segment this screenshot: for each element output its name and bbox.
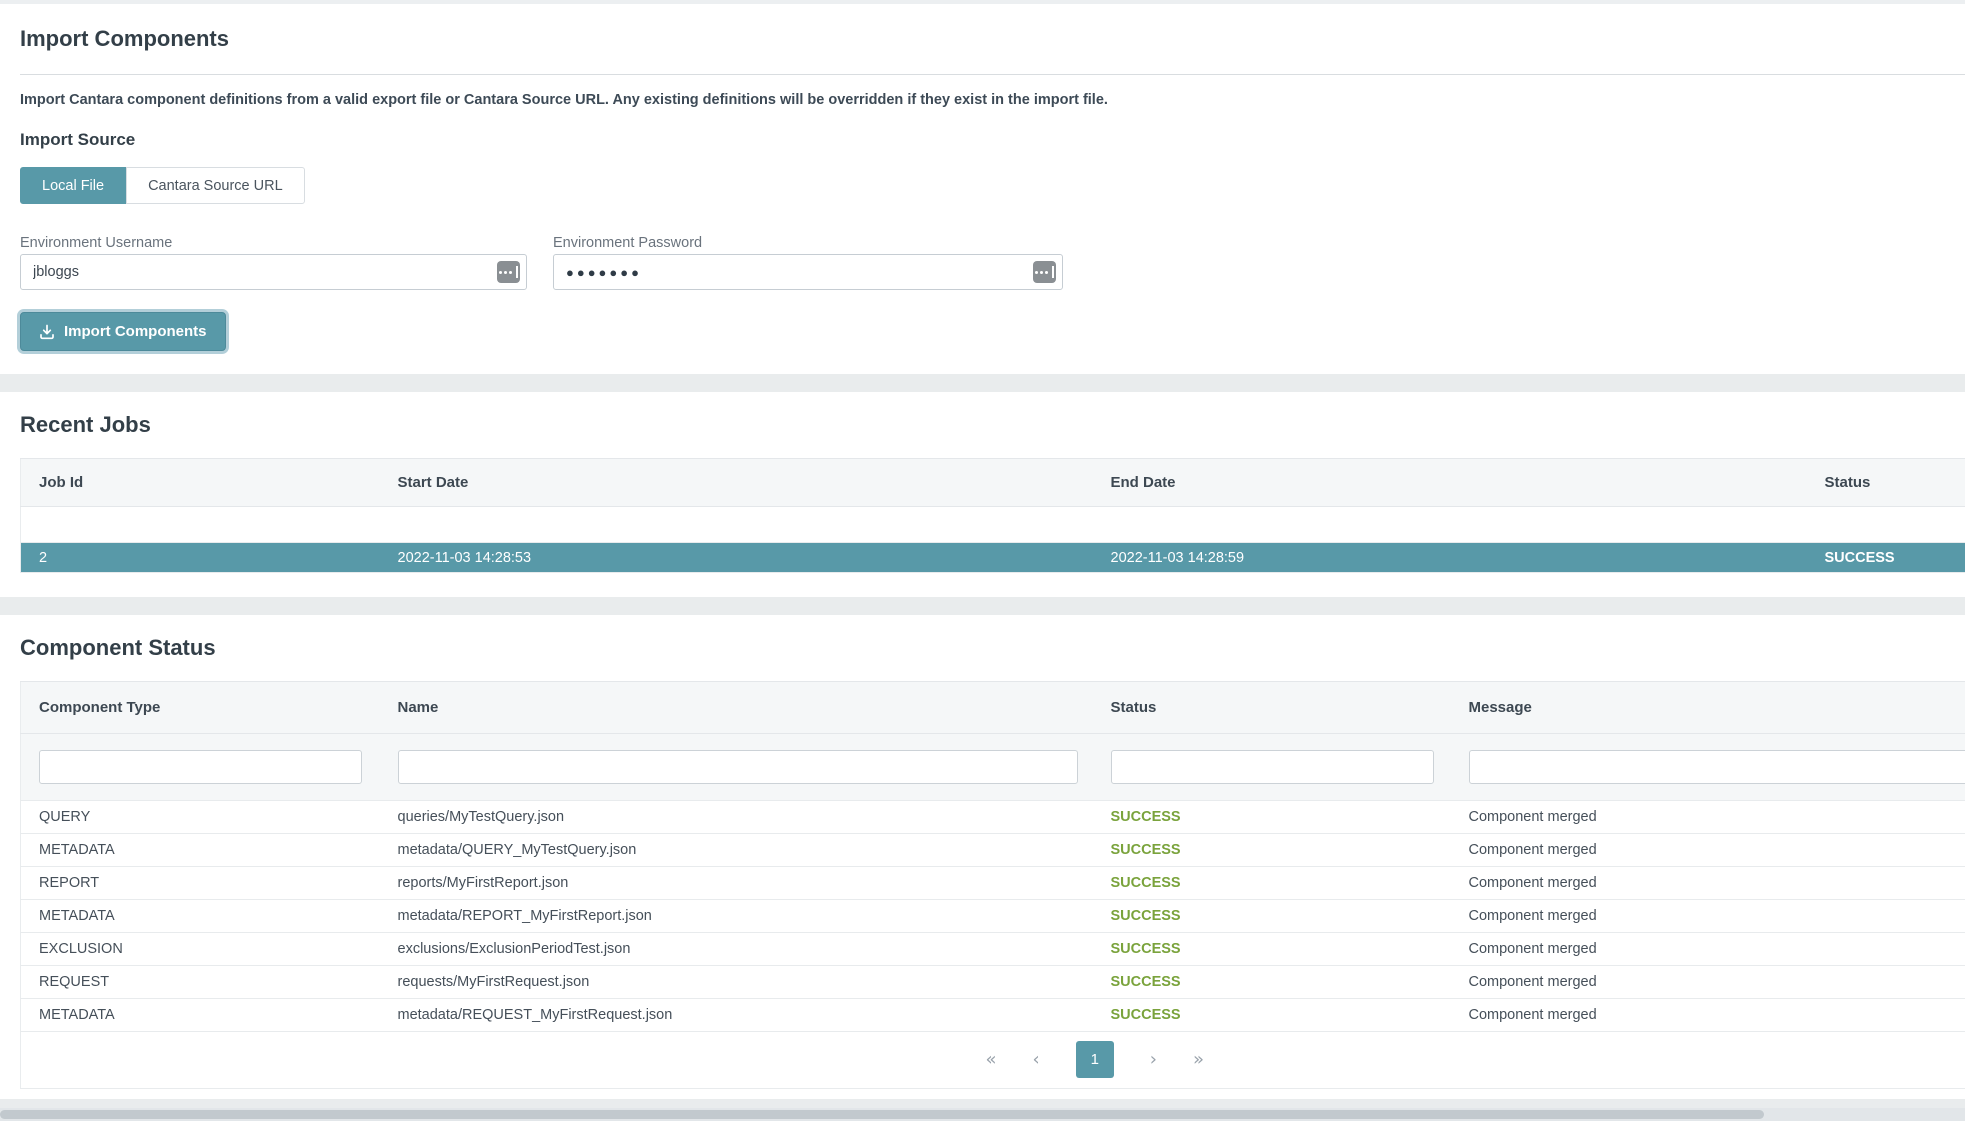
page-title: Import Components: [20, 26, 1965, 52]
username-field-group: Environment Username: [20, 234, 527, 290]
credentials-row: Environment Username Environment Passwor…: [20, 234, 1965, 290]
panel-gap: [0, 597, 1965, 615]
status-badge: SUCCESS: [1093, 933, 1451, 966]
component-status-header-row: Component Type Name Status Message: [21, 682, 1965, 734]
username-label: Environment Username: [20, 234, 527, 252]
component-status-table: Component Type Name Status Message QUERY…: [20, 681, 1965, 1089]
tab-local-file[interactable]: Local File: [20, 167, 126, 204]
status-badge: SUCCESS: [1093, 900, 1451, 933]
name-cell: metadata/QUERY_MyTestQuery.json: [380, 834, 1093, 867]
name-cell: queries/MyTestQuery.json: [380, 801, 1093, 834]
import-source-heading: Import Source: [20, 129, 1965, 151]
import-source-toggle: Local File Cantara Source URL: [20, 167, 1965, 204]
panel-gap: [0, 374, 1965, 392]
component-type-cell: QUERY: [21, 801, 380, 834]
pagination-first-button[interactable]: «: [986, 1051, 997, 1069]
recent-jobs-table: Job Id Start Date End Date Status 2 2022…: [20, 458, 1965, 573]
pagination-page-1-button[interactable]: 1: [1076, 1041, 1114, 1078]
column-header-message: Message: [1451, 682, 1965, 734]
component-type-cell: EXCLUSION: [21, 933, 380, 966]
filter-row: [21, 734, 1965, 801]
component-type-cell: METADATA: [21, 900, 380, 933]
message-cell: Component merged: [1451, 999, 1965, 1032]
status-badge: SUCCESS: [1093, 834, 1451, 867]
status-badge: SUCCESS: [1807, 543, 1965, 573]
column-header-end-date: End Date: [1093, 459, 1807, 507]
horizontal-scrollbar[interactable]: [0, 1108, 1965, 1121]
column-header-component-type: Component Type: [21, 682, 380, 734]
name-cell: metadata/REQUEST_MyFirstRequest.json: [380, 999, 1093, 1032]
recent-jobs-empty-filter-row: [21, 507, 1965, 543]
table-row: EXCLUSION exclusions/ExclusionPeriodTest…: [21, 933, 1965, 966]
message-cell: Component merged: [1451, 867, 1965, 900]
table-row: METADATA metadata/REQUEST_MyFirstRequest…: [21, 999, 1965, 1032]
message-cell: Component merged: [1451, 933, 1965, 966]
table-row: QUERY queries/MyTestQuery.json SUCCESS C…: [21, 801, 1965, 834]
pagination-next-button[interactable]: ›: [1150, 1051, 1157, 1069]
pagination-prev-button[interactable]: ‹: [1033, 1051, 1040, 1069]
import-description: Import Cantara component definitions fro…: [20, 91, 1965, 109]
password-label: Environment Password: [553, 234, 1063, 252]
start-date-cell: 2022-11-03 14:28:53: [380, 543, 1093, 573]
column-header-status: Status: [1807, 459, 1965, 507]
name-cell: metadata/REPORT_MyFirstReport.json: [380, 900, 1093, 933]
password-field-group: Environment Password: [553, 234, 1063, 290]
component-type-cell: REQUEST: [21, 966, 380, 999]
table-row: METADATA metadata/QUERY_MyTestQuery.json…: [21, 834, 1965, 867]
name-cell: requests/MyFirstRequest.json: [380, 966, 1093, 999]
component-type-cell: REPORT: [21, 867, 380, 900]
message-cell: Component merged: [1451, 801, 1965, 834]
table-row: METADATA metadata/REPORT_MyFirstReport.j…: [21, 900, 1965, 933]
username-input[interactable]: [20, 254, 527, 290]
filter-input-name[interactable]: [398, 750, 1078, 784]
filter-input-component-type[interactable]: [39, 750, 362, 784]
column-header-name: Name: [380, 682, 1093, 734]
tab-cantara-source-url[interactable]: Cantara Source URL: [126, 167, 305, 204]
component-type-cell: METADATA: [21, 999, 380, 1032]
component-status-title: Component Status: [20, 635, 1965, 661]
filter-input-message[interactable]: [1469, 750, 1965, 784]
password-input[interactable]: [553, 254, 1063, 290]
import-components-panel: Import Components Import Cantara compone…: [0, 4, 1965, 374]
end-date-cell: 2022-11-03 14:28:59: [1093, 543, 1807, 573]
pagination-row: « ‹ 1 › »: [21, 1032, 1965, 1089]
component-status-panel: Component Status Component Type Name Sta…: [0, 615, 1965, 1099]
table-row[interactable]: 2 2022-11-03 14:28:53 2022-11-03 14:28:5…: [21, 543, 1965, 573]
message-cell: Component merged: [1451, 966, 1965, 999]
password-manager-autofill-icon[interactable]: [1033, 261, 1056, 283]
status-badge: SUCCESS: [1093, 801, 1451, 834]
table-row: REPORT reports/MyFirstReport.json SUCCES…: [21, 867, 1965, 900]
import-components-button[interactable]: Import Components: [20, 312, 226, 351]
status-badge: SUCCESS: [1093, 867, 1451, 900]
table-row: REQUEST requests/MyFirstRequest.json SUC…: [21, 966, 1965, 999]
import-components-button-label: Import Components: [64, 323, 207, 340]
password-manager-autofill-icon[interactable]: [497, 261, 520, 283]
status-badge: SUCCESS: [1093, 999, 1451, 1032]
recent-jobs-panel: Recent Jobs Job Id Start Date End Date S…: [0, 392, 1965, 597]
recent-jobs-title: Recent Jobs: [20, 412, 1965, 438]
recent-jobs-header-row: Job Id Start Date End Date Status: [21, 459, 1965, 507]
pagination: « ‹ 1 › »: [21, 1041, 1965, 1078]
title-divider: [20, 74, 1965, 75]
component-type-cell: METADATA: [21, 834, 380, 867]
download-icon: [39, 324, 55, 340]
name-cell: exclusions/ExclusionPeriodTest.json: [380, 933, 1093, 966]
column-header-start-date: Start Date: [380, 459, 1093, 507]
pagination-last-button[interactable]: »: [1193, 1051, 1204, 1069]
name-cell: reports/MyFirstReport.json: [380, 867, 1093, 900]
message-cell: Component merged: [1451, 900, 1965, 933]
page: Import Components Import Cantara compone…: [0, 0, 1965, 1099]
filter-input-status[interactable]: [1111, 750, 1434, 784]
column-header-job-id: Job Id: [21, 459, 380, 507]
scrollbar-thumb[interactable]: [0, 1110, 1764, 1119]
job-id-cell: 2: [21, 543, 380, 573]
status-badge: SUCCESS: [1093, 966, 1451, 999]
message-cell: Component merged: [1451, 834, 1965, 867]
column-header-status: Status: [1093, 682, 1451, 734]
